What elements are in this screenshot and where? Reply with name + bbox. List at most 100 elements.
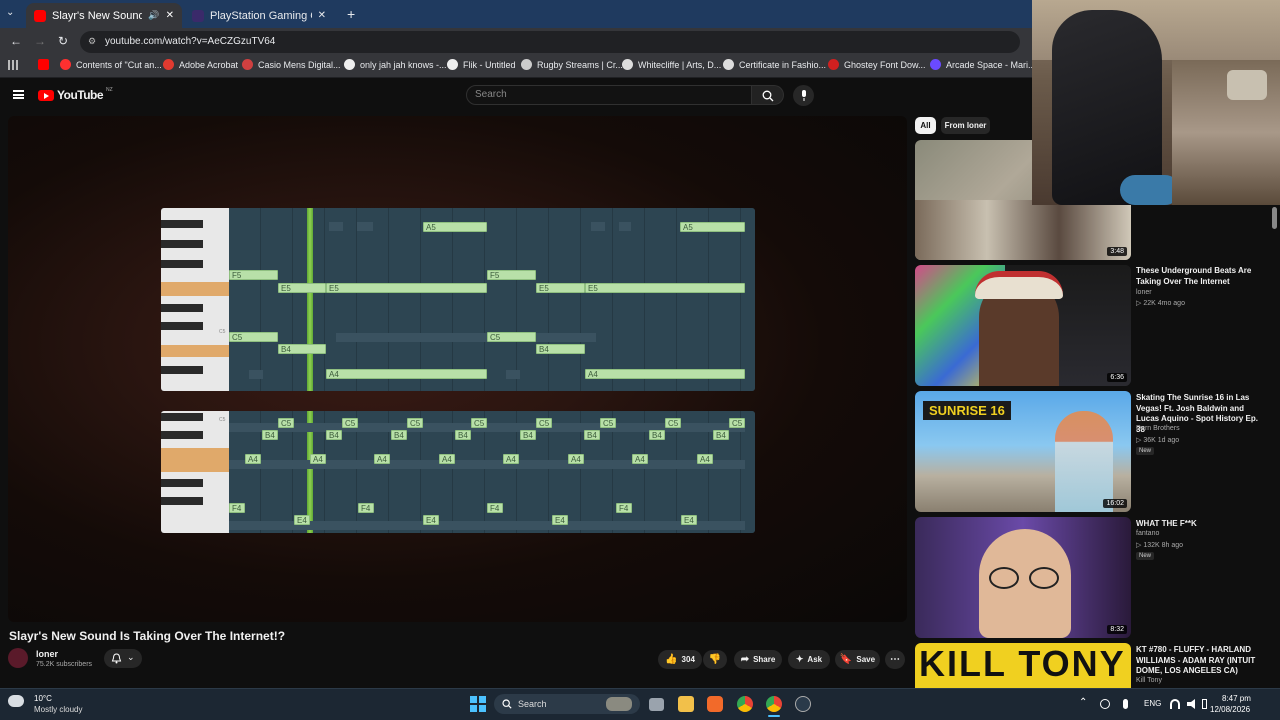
share-button[interactable]: ➦ Share (734, 650, 782, 669)
chrome-active-icon[interactable] (766, 696, 782, 712)
note: E5 (278, 283, 326, 293)
task-view-icon[interactable] (649, 698, 664, 711)
note: E4 (552, 515, 568, 525)
chrome-icon[interactable] (737, 696, 753, 712)
search-button[interactable] (752, 85, 784, 105)
thumbs-down-icon: 👎 (708, 654, 722, 665)
bookmark-favicon-icon (828, 59, 839, 70)
note: C5 (600, 418, 616, 428)
bookmark-label: only jah jah knows -... (360, 59, 447, 70)
note: B4 (278, 344, 326, 354)
subscription-bell-button[interactable]: ⌄ (104, 649, 142, 668)
note: B4 (326, 430, 342, 440)
bookmark-item[interactable]: Casio Mens Digital... (242, 59, 341, 70)
video-thumbnail[interactable]: SUNRISE 16 16:02 (915, 391, 1131, 512)
tab-search-menu[interactable]: ⌄ (6, 7, 20, 21)
tab-playstation[interactable]: PlayStation Gaming Consoles | ✕ (184, 3, 334, 28)
thumbnail-text: SUNRISE 16 (923, 401, 1011, 420)
show-hidden-icons[interactable]: ⌃ (1079, 697, 1087, 708)
forward-arrow-icon[interactable]: → (34, 34, 46, 48)
bookmark-item[interactable]: Adobe Acrobat (163, 59, 238, 70)
more-actions-button[interactable]: ⋯ (885, 650, 905, 669)
url-text: youtube.com/watch?v=AeCZGzuTV64 (105, 36, 276, 47)
channel-avatar[interactable] (8, 648, 28, 668)
taskbar-search[interactable]: Search (494, 694, 640, 714)
steam-icon[interactable] (795, 696, 811, 712)
brave-icon[interactable] (707, 696, 723, 712)
audio-playing-icon[interactable]: 🔊 (148, 10, 159, 21)
back-arrow-icon[interactable]: ← (10, 34, 22, 48)
bookmark-item[interactable]: Arcade Space - Mari... (930, 59, 1036, 70)
wifi-icon[interactable] (1170, 699, 1180, 709)
video-thumbnail[interactable]: KILL TONY (915, 643, 1131, 688)
tab-close-icon[interactable]: ✕ (166, 10, 174, 21)
note: B4 (391, 430, 407, 440)
language-indicator[interactable]: ENG (1144, 699, 1161, 708)
apps-grid-icon[interactable] (8, 60, 18, 70)
video-title[interactable]: KT #780 - FLUFFY - HARLAND WILLIAMS - AD… (1136, 645, 1266, 677)
hamburger-menu-icon[interactable] (13, 90, 24, 99)
note: C5 (665, 418, 681, 428)
video-thumbnail[interactable]: 6:36 (915, 265, 1131, 386)
video-stats: ▷ 22K 4mo ago (1136, 300, 1185, 307)
bookmark-item[interactable]: Rugby Streams | Cr... (521, 59, 623, 70)
battery-icon[interactable] (1202, 699, 1207, 709)
search-input[interactable]: Search (466, 85, 752, 105)
bookmark-label: Casio Mens Digital... (258, 59, 341, 70)
new-tab-button[interactable]: + (347, 6, 355, 22)
youtube-favicon-icon (34, 9, 46, 22)
channel-name[interactable]: loner (1136, 289, 1152, 296)
note: E4 (423, 515, 439, 525)
bookmark-item[interactable]: Whitecliffe | Arts, D... (622, 59, 721, 70)
like-button[interactable]: 👍 304 (658, 650, 702, 669)
save-button[interactable]: 🔖 Save (835, 650, 880, 669)
sync-icon[interactable] (1100, 699, 1110, 709)
video-title[interactable]: These Underground Beats Are Taking Over … (1136, 266, 1266, 287)
address-bar[interactable]: ⚙ youtube.com/watch?v=AeCZGzuTV64 (80, 31, 1020, 53)
dislike-button[interactable]: 👎 (703, 650, 727, 669)
site-info-icon[interactable]: ⚙ (88, 36, 96, 47)
playhead (307, 208, 313, 391)
youtube-logo[interactable]: YouTube NZ (38, 87, 113, 102)
bookmark-item[interactable]: Contents of "Cut an... (60, 59, 162, 70)
bookmark-favicon-icon (60, 59, 71, 70)
video-player[interactable]: C5 A5 A5 F5 F5 E5 E5 E5 E5 C5 C5 B4 B4 A… (8, 116, 907, 622)
reload-icon[interactable]: ↻ (58, 34, 68, 48)
note: F5 (487, 270, 536, 280)
ask-button[interactable]: ✦ Ask (788, 650, 830, 669)
bell-icon (111, 653, 122, 664)
channel-name[interactable]: Kill Tony (1136, 677, 1162, 684)
chip-from-channel[interactable]: From loner (941, 117, 990, 134)
note: E5 (536, 283, 585, 293)
sidebar-scrollbar[interactable] (1272, 207, 1277, 229)
weather-temp: 10°C (34, 694, 52, 703)
microphone-icon[interactable] (1123, 699, 1128, 709)
note: C5 (229, 332, 278, 342)
voice-search-button[interactable] (793, 85, 814, 106)
bookmark-item[interactable]: only jah jah knows -... (344, 59, 447, 70)
start-windows-icon[interactable] (470, 696, 486, 712)
tab-youtube[interactable]: Slayr's New Sound Is Taking 🔊 ✕ (26, 3, 182, 28)
video-thumbnail[interactable]: 8:32 (915, 517, 1131, 638)
channel-name[interactable]: fantano (1136, 530, 1159, 537)
file-explorer-icon[interactable] (678, 696, 694, 712)
bookmark-item[interactable]: Flik - Untitled (447, 59, 516, 70)
chip-all[interactable]: All (915, 117, 936, 134)
bookmark-item[interactable]: Certificate in Fashio... (723, 59, 826, 70)
search-icon (502, 699, 512, 709)
video-title[interactable]: WHAT THE F**K (1136, 519, 1266, 530)
channel-name[interactable]: loner (36, 649, 58, 659)
weather-widget[interactable]: 10°C Mostly cloudy (8, 693, 98, 717)
note: A4 (439, 454, 455, 464)
note: B4 (649, 430, 665, 440)
clock-time[interactable]: 8:47 pm (1222, 694, 1251, 703)
more-horizontal-icon: ⋯ (890, 654, 900, 665)
note: F4 (229, 503, 245, 513)
note: A4 (326, 369, 487, 379)
bookmark-item[interactable]: Ghostey Font Dow... (828, 59, 926, 70)
tab-close-icon[interactable]: ✕ (318, 10, 326, 21)
bookmark-youtube-icon[interactable] (38, 59, 49, 70)
like-count: 304 (681, 655, 695, 664)
channel-name[interactable]: Dern Brothers (1136, 425, 1180, 432)
clock-date[interactable]: 12/08/2026 (1210, 705, 1250, 714)
